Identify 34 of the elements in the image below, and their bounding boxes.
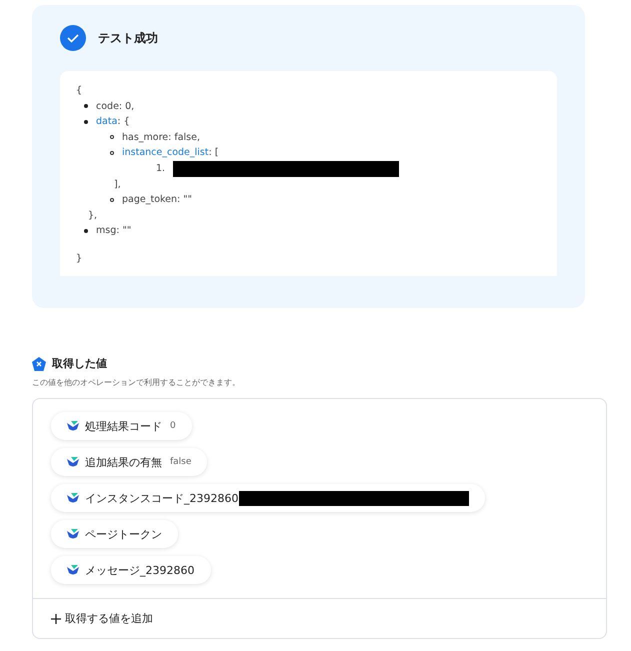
json-line: },: [88, 208, 98, 222]
json-line: page_token: "": [122, 193, 192, 207]
value-chip[interactable]: インスタンスコード_2392860: [51, 484, 484, 512]
bullet-icon: [110, 150, 114, 155]
json-line: data: {: [96, 115, 130, 129]
bullet-icon: [110, 135, 114, 140]
check-icon: [60, 25, 86, 51]
value-chip[interactable]: 処理結果コード 0: [51, 412, 192, 440]
section-description: この値を他のオペレーションで利用することができます。: [32, 377, 241, 388]
json-line: msg: "": [96, 224, 132, 238]
plus-icon: [51, 614, 61, 624]
list-number: 1.: [156, 162, 166, 176]
bullet-icon: [84, 104, 88, 108]
json-line: instance_code_list: [: [122, 146, 219, 160]
app-logo-icon: [67, 421, 79, 431]
variable-icon: [32, 356, 46, 370]
bullet-icon: [84, 120, 88, 124]
json-line: code: 0,: [96, 100, 134, 114]
bullet-icon: [110, 198, 114, 202]
add-value-button[interactable]: 取得する値を追加: [33, 599, 171, 638]
app-logo-icon: [67, 457, 79, 467]
json-line: }: [76, 252, 82, 266]
json-line: has_more: false,: [122, 130, 200, 144]
value-chip[interactable]: メッセージ_2392860: [51, 556, 210, 584]
app-logo-icon: [67, 529, 79, 539]
app-logo-icon: [67, 565, 79, 575]
bullet-icon: [84, 228, 88, 233]
value-chip[interactable]: ページトークン: [51, 520, 178, 548]
app-logo-icon: [67, 493, 79, 503]
json-line: {: [76, 84, 82, 98]
value-chip[interactable]: 追加結果の有無 false: [51, 448, 208, 476]
section-title: 取得した値: [52, 356, 107, 371]
json-line: ],: [114, 178, 121, 192]
result-title: テスト成功: [98, 30, 158, 46]
